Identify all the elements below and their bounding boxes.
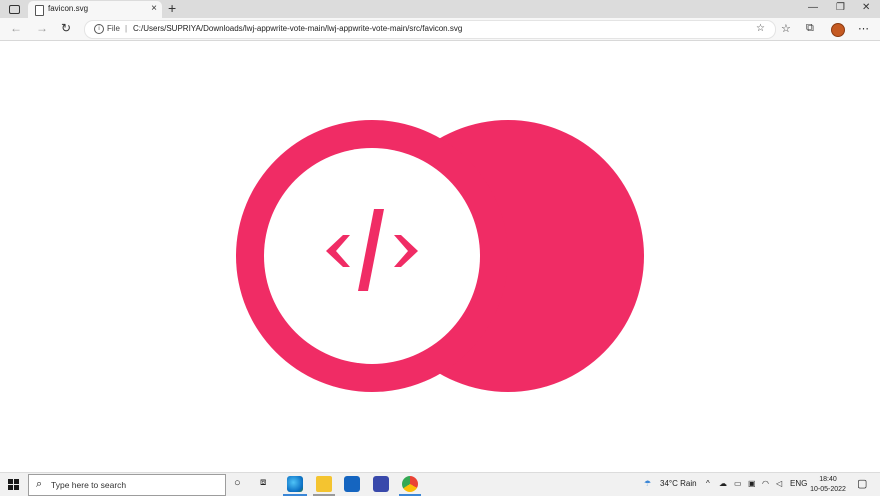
volume-icon[interactable]: ◁ [776, 479, 782, 488]
show-hidden-icons-icon[interactable]: ^ [706, 479, 710, 488]
meet-icon[interactable]: ▣ [748, 479, 756, 488]
add-favorite-icon[interactable]: ☆ [756, 23, 765, 34]
back-button[interactable]: ← [10, 21, 22, 35]
address-bar[interactable]: i File | C:/Users/SUPRIYA/Downloads/lwj-… [84, 20, 776, 39]
app-icon[interactable] [373, 476, 389, 492]
url-text[interactable]: C:/Users/SUPRIYA/Downloads/lwj-appwrite-… [133, 24, 462, 33]
search-icon: ⌕ [36, 478, 43, 490]
tab-favicon-svg[interactable]: favicon.svg × [28, 1, 162, 18]
close-window-button[interactable]: ✕ [862, 2, 870, 13]
file-icon [35, 5, 44, 16]
language-indicator[interactable]: ENG [790, 479, 807, 488]
clock-time: 18:40 [819, 476, 837, 483]
weather-icon[interactable]: ☂ [644, 479, 651, 488]
new-tab-button[interactable]: + [168, 0, 176, 16]
weather-text[interactable]: 34°C Rain [660, 479, 697, 488]
tab-close-button[interactable]: × [151, 3, 157, 14]
wifi-icon[interactable]: ◠ [762, 479, 769, 488]
cortana-icon[interactable]: ○ [234, 477, 241, 489]
tab-actions-icon[interactable] [6, 3, 22, 15]
edge-icon[interactable] [287, 476, 303, 492]
minimize-button[interactable]: — [808, 2, 818, 13]
start-icon[interactable] [8, 479, 19, 490]
favorites-icon[interactable]: ☆ [781, 22, 791, 35]
notifications-icon[interactable]: ▢ [857, 477, 867, 490]
page-content [0, 41, 880, 472]
browser-toolbar: ← → ↻ i File | C:/Users/SUPRIYA/Download… [0, 18, 880, 41]
system-clock[interactable]: 18:40 10-05-2022 [810, 475, 846, 495]
info-icon[interactable]: i [94, 24, 104, 34]
taskbar-search-box[interactable]: ⌕ Type here to search [28, 474, 226, 496]
clock-date: 10-05-2022 [810, 486, 846, 493]
tab-strip: favicon.svg × + — ❐ ✕ [0, 0, 880, 18]
forward-button[interactable]: → [36, 21, 48, 35]
windows-taskbar: ⌕ Type here to search ○ ⧈ ☂ 34°C Rain ^ … [0, 472, 880, 496]
restore-button[interactable]: ❐ [836, 2, 845, 13]
favicon-logo [236, 120, 644, 392]
collections-icon[interactable]: ⧉ [806, 22, 814, 35]
file-explorer-icon[interactable] [316, 476, 332, 492]
search-placeholder: Type here to search [51, 480, 127, 490]
tab-title: favicon.svg [48, 4, 89, 13]
chrome-icon[interactable] [402, 476, 418, 492]
settings-more-button[interactable]: ⋯ [858, 22, 869, 35]
scheme-label: File [107, 24, 120, 33]
onedrive-icon[interactable]: ☁ [719, 479, 727, 488]
mail-icon[interactable] [344, 476, 360, 492]
battery-icon[interactable]: ▭ [734, 479, 742, 488]
refresh-button[interactable]: ↻ [61, 21, 71, 35]
profile-avatar[interactable] [831, 23, 845, 37]
task-view-icon[interactable]: ⧈ [260, 477, 266, 488]
address-separator: | [125, 24, 128, 33]
